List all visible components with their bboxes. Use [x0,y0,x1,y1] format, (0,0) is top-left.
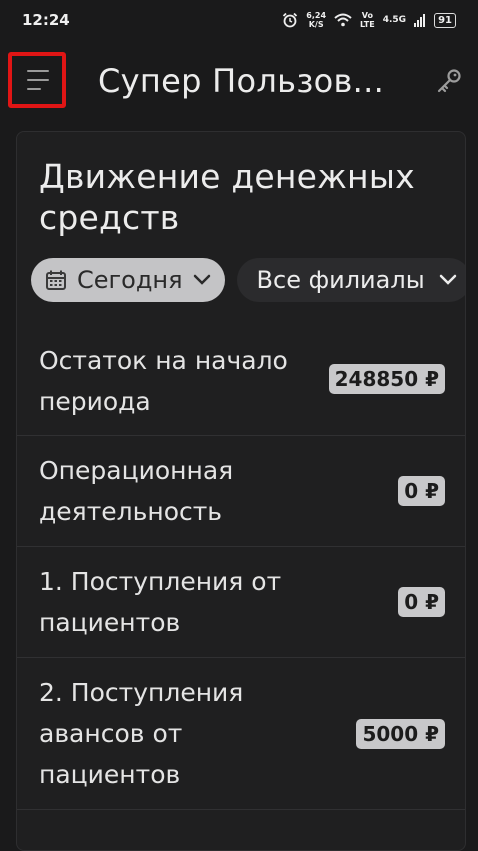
row-label: 2. Поступления авансов от пациентов [39,678,244,789]
row-label: 1. Поступления от пациентов [39,567,282,637]
list-item[interactable]: 1. Поступления от пациентов 0 ₽ [17,547,465,658]
menu-button[interactable] [8,52,66,108]
period-dropdown[interactable]: Сегодня [31,258,225,302]
key-icon[interactable] [436,68,462,94]
wifi-icon [334,13,352,27]
amount-badge: 248850 ₽ [328,364,445,394]
status-time: 12:24 [22,11,70,29]
filters-bar: Сегодня Все филиалы [31,258,465,302]
row-label: Операционная деятельность [39,456,234,526]
app-title: Супер Пользов... [98,62,385,100]
list-item[interactable]: Остаток на начало периода 248850 ₽ [17,326,465,436]
calendar-icon [46,270,66,290]
status-icons: 6,24 K/S Vo LTE 4.5G 91 [282,11,456,29]
app-bar: Супер Пользов... [0,48,478,114]
cash-flow-list: Остаток на начало периода 248850 ₽ Опера… [17,326,465,810]
amount-badge: 0 ₽ [398,476,445,506]
hamburger-icon-line [27,79,49,81]
battery-indicator: 91 [434,12,456,28]
chevron-down-icon [193,274,210,285]
net-speed: 6,24 K/S [306,11,327,29]
volte-indicator: Vo LTE [360,11,375,29]
branch-dropdown[interactable]: Все филиалы [236,258,465,302]
status-bar: 12:24 6,24 K/S Vo LTE 4.5G 91 [0,0,478,40]
hamburger-icon-line [27,70,49,72]
list-item[interactable]: Операционная деятельность 0 ₽ [17,436,465,547]
signal-icon [414,14,426,27]
amount-badge: 5000 ₽ [356,719,445,749]
list-item[interactable]: 2. Поступления авансов от пациентов 5000… [17,658,465,810]
branch-label: Все филиалы [256,266,425,294]
amount-badge: 0 ₽ [398,587,445,617]
card-title: Движение денежных средств [39,157,415,237]
cash-flow-card: Движение денежных средств Сегодня Все фи… [16,131,466,851]
chevron-down-icon [439,274,456,285]
period-label: Сегодня [77,266,183,294]
alarm-icon [283,12,298,28]
hamburger-icon-line [27,88,41,90]
signal-label: 4.5G [382,15,407,25]
row-label: Остаток на начало периода [39,346,288,416]
